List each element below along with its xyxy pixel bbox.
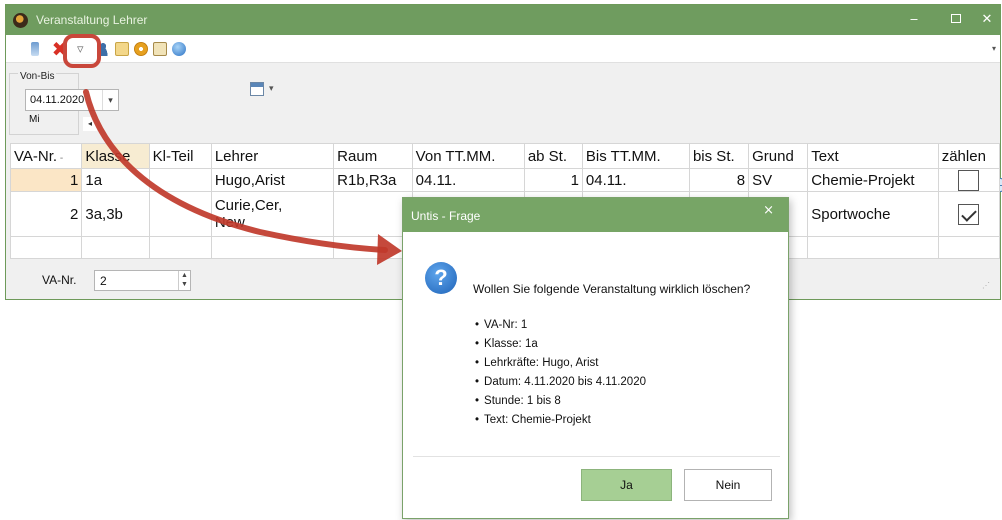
col-header[interactable]: bis St. — [688, 143, 750, 169]
col-header[interactable]: Klasse — [81, 143, 150, 169]
col-header[interactable]: zählen — [937, 143, 1001, 169]
empty-cell[interactable] — [807, 236, 939, 259]
cell-lehrer[interactable]: Curie,Cer, New — [210, 191, 335, 237]
app-icon — [13, 13, 28, 28]
va-nr-value: 2 — [100, 274, 107, 288]
cell-raum[interactable]: R1b,R3a — [333, 168, 413, 192]
chevron-down-icon: ▾ — [269, 83, 274, 93]
calendar-icon — [250, 82, 264, 96]
cell-zaehlen[interactable] — [937, 168, 1001, 192]
va-nr-label: VA-Nr. — [42, 273, 77, 287]
header-row: VA-Nr. - Klasse Kl-Teil Lehrer Raum Von … — [9, 143, 1001, 169]
globe-icon[interactable] — [172, 42, 186, 56]
insert-icon[interactable] — [31, 42, 39, 56]
col-header[interactable]: Lehrer — [210, 143, 335, 169]
col-header[interactable]: Kl-Teil — [148, 143, 212, 169]
document-icon[interactable] — [115, 42, 129, 56]
confirm-dialog: Untis - Frage × ? Wollen Sie folgende Ve… — [402, 197, 789, 519]
list-item: Datum: 4.11.2020 bis 4.11.2020 — [475, 376, 646, 395]
close-button[interactable]: ✕ — [972, 10, 1002, 30]
empty-cell[interactable] — [210, 236, 335, 259]
dialog-close-button[interactable]: × — [763, 203, 774, 218]
sort-indicator: - — [59, 152, 64, 164]
list-item: Stunde: 1 bis 8 — [475, 395, 646, 414]
list-item: VA-Nr: 1 — [475, 319, 646, 338]
table-row[interactable]: 1 1a Hugo,Arist R1b,R3a 04.11. 1 04.11. … — [9, 168, 1001, 192]
group-label: Von-Bis — [18, 71, 57, 82]
dialog-question: Wollen Sie folgende Veranstaltung wirkli… — [473, 282, 751, 296]
resize-grip-icon[interactable]: ⋰ — [982, 281, 990, 290]
list-item: Klasse: 1a — [475, 338, 646, 357]
cell-grund[interactable]: SV — [748, 168, 809, 192]
col-header-label: VA-Nr. — [14, 147, 58, 165]
dialog-title-bar[interactable]: Untis - Frage × — [403, 198, 788, 232]
cell-text[interactable]: Chemie-Projekt — [807, 168, 939, 192]
cell-bis-st[interactable]: 8 — [688, 168, 750, 192]
cell-kl-teil[interactable] — [148, 168, 212, 192]
cell-raum[interactable] — [333, 191, 413, 237]
col-header[interactable]: ab St. — [523, 143, 583, 169]
cell-va-nr[interactable]: 1 — [9, 168, 83, 192]
cell-kl-teil[interactable] — [148, 191, 212, 237]
empty-cell[interactable] — [81, 236, 150, 259]
col-header[interactable]: Text — [807, 143, 939, 169]
chevron-down-icon[interactable]: ▾ — [102, 90, 118, 110]
book-icon[interactable] — [153, 42, 167, 56]
no-button[interactable]: Nein — [684, 469, 772, 501]
list-item: Lehrkräfte: Hugo, Arist — [475, 357, 646, 376]
divider — [413, 456, 780, 457]
window-title: Veranstaltung Lehrer — [36, 13, 148, 27]
cell-text[interactable]: Sportwoche — [807, 191, 939, 237]
weekday-label: Mi — [29, 114, 40, 125]
stepper-arrows-icon[interactable]: ▲ ▼ — [178, 271, 190, 290]
empty-cell[interactable] — [9, 236, 83, 259]
scroll-left-icon[interactable]: ◂ — [83, 117, 97, 131]
col-header[interactable]: Grund — [748, 143, 809, 169]
empty-cell[interactable] — [937, 236, 1001, 259]
maximize-icon — [951, 14, 961, 23]
dialog-title: Untis - Frage — [411, 209, 481, 223]
col-header[interactable]: Von TT.MM. — [411, 143, 525, 169]
toolbar-overflow-icon[interactable]: ▾ — [992, 44, 996, 53]
cell-zaehlen[interactable] — [937, 191, 1001, 237]
cell-klasse[interactable]: 1a — [81, 168, 150, 192]
gear-icon[interactable] — [134, 42, 148, 56]
date-select[interactable]: 04.11.2020 ▾ — [25, 89, 119, 111]
cell-va-nr[interactable]: 2 — [9, 191, 83, 237]
calendar-button[interactable]: ▾ — [247, 79, 281, 101]
list-item: Text: Chemie-Projekt — [475, 414, 646, 433]
minimize-button[interactable]: ‒ — [899, 10, 929, 30]
question-icon: ? — [425, 262, 457, 294]
cell-lehrer[interactable]: Hugo,Arist — [210, 168, 335, 192]
zaehlen-checkbox[interactable] — [958, 203, 980, 225]
lehrer-line: New — [214, 214, 245, 231]
col-header[interactable]: Raum — [333, 143, 413, 169]
empty-cell[interactable] — [333, 236, 413, 259]
filter-panel: Von-Bis 04.11.2020 ▾ Mi ◂ — [9, 69, 244, 136]
cell-klasse[interactable]: 3a,3b — [81, 191, 150, 237]
toolbar: ✖ ▿ — [6, 35, 1002, 192]
maximize-button[interactable] — [941, 10, 971, 30]
cell-ab-st[interactable]: 1 — [523, 168, 583, 192]
cell-von[interactable]: 04.11. — [411, 168, 525, 192]
empty-cell[interactable] — [148, 236, 212, 259]
detail-list: VA-Nr: 1 Klasse: 1a Lehrkräfte: Hugo, Ar… — [475, 319, 646, 433]
title-bar[interactable]: Veranstaltung Lehrer ‒ ✕ — [6, 5, 1000, 35]
cell-bis[interactable]: 04.11. — [581, 168, 690, 192]
lehrer-line: Curie,Cer, — [214, 197, 283, 214]
yes-button[interactable]: Ja — [581, 469, 672, 501]
highlight-ring — [63, 34, 101, 68]
zaehlen-checkbox[interactable] — [958, 169, 980, 191]
va-nr-stepper[interactable]: 2 ▲ ▼ — [94, 270, 191, 291]
col-header[interactable]: Bis TT.MM. — [581, 143, 690, 169]
col-header[interactable]: VA-Nr. - — [9, 143, 83, 169]
date-value: 04.11.2020 — [30, 94, 85, 106]
